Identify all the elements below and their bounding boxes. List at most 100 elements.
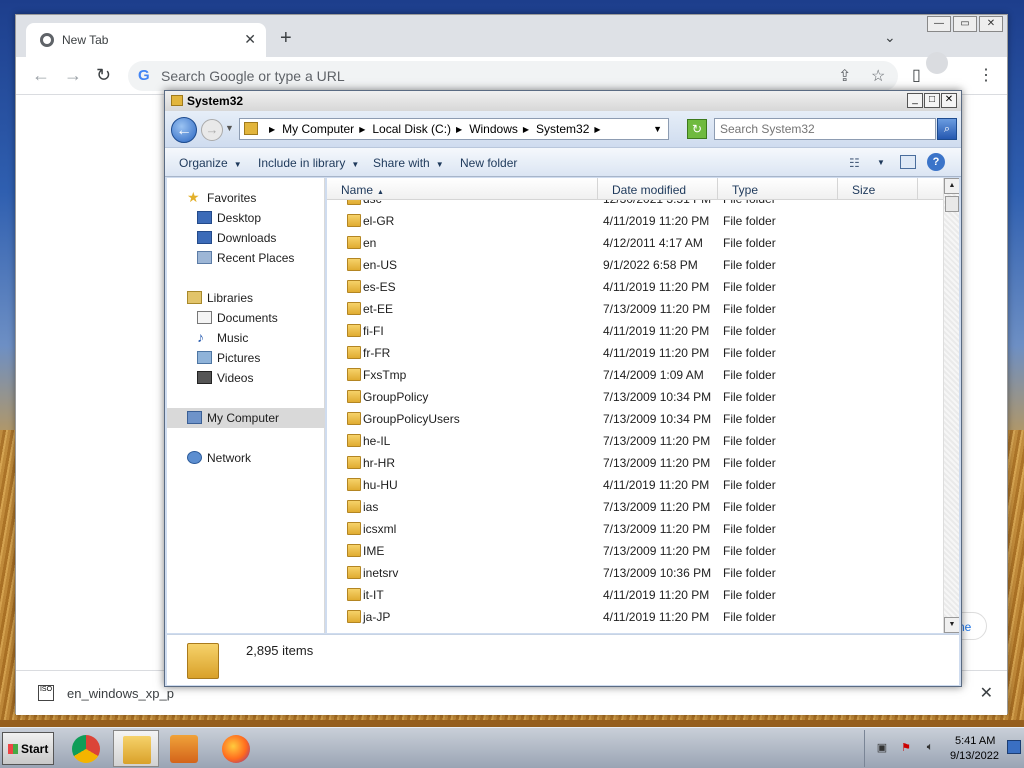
nav-my-computer[interactable]: My Computer xyxy=(167,408,325,428)
taskbar-chrome[interactable] xyxy=(63,730,109,767)
breadcrumb-item[interactable]: Local Disk (C:) xyxy=(372,122,451,136)
table-row[interactable]: it-IT 4/11/2019 11:20 PM File folder xyxy=(327,584,943,606)
column-header-date[interactable]: Date modified xyxy=(598,178,718,200)
breadcrumb-item[interactable]: System32 xyxy=(536,122,589,136)
side-panel-icon[interactable]: ▯ xyxy=(912,65,921,85)
nav-pictures[interactable]: Pictures xyxy=(167,348,325,368)
scroll-down-arrow-icon[interactable]: ▼ xyxy=(944,617,959,633)
chevron-right-icon[interactable]: ▶ xyxy=(594,125,600,134)
chevron-right-icon[interactable]: ▶ xyxy=(269,125,275,134)
large-folder-icon xyxy=(187,643,219,679)
table-row[interactable]: GroupPolicy 7/13/2009 10:34 PM File folder xyxy=(327,386,943,408)
taskbar-media-player[interactable] xyxy=(161,730,207,767)
column-header-type[interactable]: Type xyxy=(718,178,838,200)
download-bar-close-icon[interactable]: ✕ xyxy=(980,683,993,703)
back-button[interactable]: ← xyxy=(171,117,197,143)
table-row[interactable]: hu-HU 4/11/2019 11:20 PM File folder xyxy=(327,474,943,496)
include-in-library-button[interactable]: Include in library ▼ xyxy=(258,156,359,170)
refresh-button[interactable]: ↻ xyxy=(687,119,707,139)
table-row[interactable]: hr-HR 7/13/2009 11:20 PM File folder xyxy=(327,452,943,474)
column-header-size[interactable]: Size xyxy=(838,178,918,200)
omnibox[interactable]: G Search Google or type a URL ⇪ ☆ xyxy=(128,61,898,91)
scroll-thumb[interactable] xyxy=(945,196,959,212)
table-row[interactable]: dsc 12/30/2021 3:51 PM File folder xyxy=(327,200,943,210)
omnibox-placeholder[interactable]: Search Google or type a URL xyxy=(161,68,345,84)
nav-downloads[interactable]: Downloads xyxy=(167,228,325,248)
table-row[interactable]: inetsrv 7/13/2009 10:36 PM File folder xyxy=(327,562,943,584)
network-tray-icon[interactable]: ▣ xyxy=(875,741,889,755)
explorer-close-button[interactable]: ✕ xyxy=(941,93,957,108)
table-row[interactable]: FxsTmp 7/14/2009 1:09 AM File folder xyxy=(327,364,943,386)
table-row[interactable]: es-ES 4/11/2019 11:20 PM File folder xyxy=(327,276,943,298)
table-row[interactable]: ias 7/13/2009 11:20 PM File folder xyxy=(327,496,943,518)
table-row[interactable]: IME 7/13/2009 11:20 PM File folder xyxy=(327,540,943,562)
breadcrumb-item[interactable]: My Computer xyxy=(282,122,354,136)
taskbar-explorer[interactable] xyxy=(113,730,159,767)
profile-avatar-icon[interactable] xyxy=(926,52,948,74)
preview-pane-icon[interactable] xyxy=(900,155,916,169)
scroll-up-arrow-icon[interactable]: ▲ xyxy=(944,178,959,194)
nav-libraries[interactable]: Libraries xyxy=(167,288,325,308)
tab-new-tab[interactable]: New Tab ✕ xyxy=(26,23,266,57)
tab-close-icon[interactable]: ✕ xyxy=(244,31,256,48)
table-row[interactable]: ja-JP 4/11/2019 11:20 PM File folder xyxy=(327,606,943,628)
nav-videos[interactable]: Videos xyxy=(167,368,325,388)
address-dropdown-icon[interactable]: ▼ xyxy=(653,124,662,134)
share-with-button[interactable]: Share with ▼ xyxy=(373,156,444,170)
forward-button[interactable]: → xyxy=(201,119,223,141)
start-button[interactable]: Start xyxy=(2,732,54,765)
minimize-button[interactable]: — xyxy=(927,16,951,32)
table-row[interactable]: fi-FI 4/11/2019 11:20 PM File folder xyxy=(327,320,943,342)
menu-dots-icon[interactable]: ⋮ xyxy=(978,65,994,85)
table-row[interactable]: icsxml 7/13/2009 11:20 PM File folder xyxy=(327,518,943,540)
new-tab-button[interactable]: + xyxy=(280,27,292,50)
breadcrumb[interactable]: ▶ My Computer ▶ Local Disk (C:) ▶ Window… xyxy=(239,118,669,140)
view-dropdown-icon[interactable]: ▼ xyxy=(877,158,885,167)
breadcrumb-item[interactable]: Windows xyxy=(469,122,518,136)
download-item[interactable]: en_windows_xp_p xyxy=(67,686,174,701)
chevron-right-icon[interactable]: ▶ xyxy=(359,125,365,134)
column-header-name[interactable]: Name ▲ xyxy=(327,178,598,200)
nav-documents[interactable]: Documents xyxy=(167,308,325,328)
action-center-icon[interactable]: ⚑ xyxy=(899,741,913,755)
nav-recent-places[interactable]: Recent Places xyxy=(167,248,325,268)
show-desktop-button[interactable] xyxy=(1007,740,1021,754)
back-arrow-icon[interactable]: ← xyxy=(32,65,50,86)
nav-desktop[interactable]: Desktop xyxy=(167,208,325,228)
explorer-maximize-button[interactable]: □ xyxy=(924,93,940,108)
explorer-titlebar[interactable]: System32 _ □ ✕ xyxy=(165,91,961,111)
table-row[interactable]: el-GR 4/11/2019 11:20 PM File folder xyxy=(327,210,943,232)
search-field[interactable] xyxy=(714,118,936,140)
tab-search-chevron-icon[interactable]: ⌄ xyxy=(884,29,896,46)
table-row[interactable]: GroupPolicyUsers 7/13/2009 10:34 PM File f… xyxy=(327,408,943,430)
search-icon[interactable]: ⌕ xyxy=(937,118,957,140)
reload-icon[interactable]: ↻ xyxy=(96,65,111,86)
nav-favorites[interactable]: ★ Favorites xyxy=(167,188,325,208)
bookmark-star-icon[interactable]: ☆ xyxy=(871,66,885,86)
explorer-minimize-button[interactable]: _ xyxy=(907,93,923,108)
recent-pages-dropdown-icon[interactable]: ▼ xyxy=(225,123,234,133)
table-row[interactable]: he-IL 7/13/2009 11:20 PM File folder xyxy=(327,430,943,452)
organize-button[interactable]: Organize ▼ xyxy=(179,156,242,170)
volume-icon[interactable]: 🔈︎ xyxy=(923,741,937,755)
search-input[interactable] xyxy=(720,120,900,138)
maximize-button[interactable]: ▭ xyxy=(953,16,977,32)
table-row[interactable]: fr-FR 4/11/2019 11:20 PM File folder xyxy=(327,342,943,364)
share-icon[interactable]: ⇪ xyxy=(838,66,851,86)
taskbar-firefox[interactable] xyxy=(213,730,259,767)
chevron-right-icon[interactable]: ▶ xyxy=(523,125,529,134)
clock-time[interactable]: 5:41 AM xyxy=(955,735,995,747)
chevron-right-icon[interactable]: ▶ xyxy=(456,125,462,134)
new-folder-button[interactable]: New folder xyxy=(460,156,517,170)
close-button[interactable]: ✕ xyxy=(979,16,1003,32)
table-row[interactable]: en 4/12/2011 4:17 AM File folder xyxy=(327,232,943,254)
table-row[interactable]: en-US 9/1/2022 6:58 PM File folder xyxy=(327,254,943,276)
forward-arrow-icon[interactable]: → xyxy=(64,65,82,86)
nav-network[interactable]: Network xyxy=(167,448,325,468)
table-row[interactable]: et-EE 7/13/2009 11:20 PM File folder xyxy=(327,298,943,320)
vertical-scrollbar[interactable]: ▲ ▼ xyxy=(943,178,959,633)
clock-date[interactable]: 9/13/2022 xyxy=(950,750,999,762)
help-icon[interactable]: ? xyxy=(927,153,945,171)
view-options-icon[interactable]: ☷ xyxy=(849,156,860,170)
nav-music[interactable]: ♪ Music xyxy=(167,328,325,348)
